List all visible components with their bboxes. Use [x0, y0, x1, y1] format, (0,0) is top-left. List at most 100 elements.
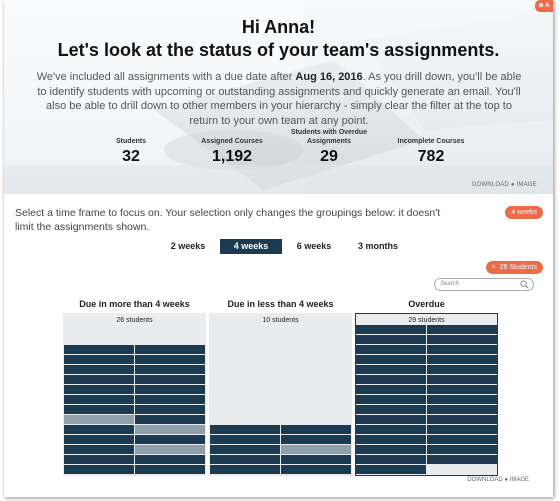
student-cell[interactable]: [64, 365, 134, 374]
student-cell[interactable]: [64, 345, 134, 354]
student-cell[interactable]: [281, 455, 351, 464]
stat-students: Students 32: [96, 128, 166, 166]
group-due-less-than-4-weeks[interactable]: Due in less than 4 weeks 10 students: [209, 298, 352, 476]
student-cell[interactable]: [281, 445, 351, 454]
selected-timeframe-pill[interactable]: 4 weeks: [505, 206, 543, 219]
student-cell[interactable]: [135, 465, 205, 474]
student-cell[interactable]: [135, 435, 205, 444]
student-cell[interactable]: [210, 435, 280, 444]
student-cell[interactable]: [427, 385, 497, 394]
tab-2-weeks[interactable]: 2 weeks: [158, 239, 218, 254]
student-cell[interactable]: [135, 455, 205, 464]
student-cell[interactable]: [135, 415, 205, 424]
student-cell[interactable]: [356, 375, 426, 384]
student-cell[interactable]: [210, 425, 280, 434]
student-grid: [64, 345, 205, 475]
timeframe-prompt: Select a time frame to focus on. Your se…: [15, 207, 441, 233]
student-cell[interactable]: [427, 335, 497, 344]
group-title: Overdue: [408, 299, 445, 309]
image-label: IMAGE: [509, 477, 529, 483]
student-cell[interactable]: [281, 435, 351, 444]
student-filter-pill[interactable]: × 29 Students: [485, 261, 543, 274]
dashboard-frame: ⊗ A Hi Anna! Let's look at the status of…: [4, 0, 553, 497]
student-cell[interactable]: [356, 425, 426, 434]
timeframe-tabs: 2 weeks 4 weeks 6 weeks 3 months: [158, 239, 408, 254]
group-title: Due in less than 4 weeks: [227, 299, 334, 309]
student-cell[interactable]: [64, 445, 134, 454]
download-image-bottom[interactable]: DOWNLOAD ● IMAGE: [467, 477, 529, 483]
student-cell[interactable]: [64, 395, 134, 404]
student-cell[interactable]: [64, 415, 134, 424]
download-image-top[interactable]: DOWNLOAD ● IMAGE: [472, 182, 537, 188]
student-cell[interactable]: [64, 465, 134, 474]
student-cell[interactable]: [135, 355, 205, 364]
image-label: IMAGE: [516, 182, 537, 188]
student-cell[interactable]: [356, 335, 426, 344]
student-cell[interactable]: [427, 345, 497, 354]
student-cell[interactable]: [135, 425, 205, 434]
student-cell[interactable]: [427, 355, 497, 364]
student-cell[interactable]: [64, 355, 134, 364]
group-count: 29 students: [408, 317, 445, 324]
student-cell[interactable]: [427, 405, 497, 414]
group-due-more-than-4-weeks[interactable]: Due in more than 4 weeks 26 students: [63, 298, 206, 476]
close-icon[interactable]: ×: [492, 264, 496, 271]
student-cell[interactable]: [427, 445, 497, 454]
student-cell[interactable]: [427, 425, 497, 434]
download-label: DOWNLOAD: [467, 477, 503, 483]
student-cell[interactable]: [210, 465, 280, 474]
student-cell[interactable]: [64, 375, 134, 384]
student-cell[interactable]: [427, 365, 497, 374]
tab-3-months[interactable]: 3 months: [348, 239, 408, 254]
stat-value: 32: [122, 148, 140, 165]
group-overdue[interactable]: Overdue 29 students: [355, 298, 498, 476]
notification-badge[interactable]: ⊗ A: [535, 0, 553, 12]
student-cell[interactable]: [135, 445, 205, 454]
stat-label: Students with Overdue Assignments: [290, 129, 368, 145]
student-cell[interactable]: [64, 455, 134, 464]
stat-label: Students: [116, 138, 146, 145]
student-cell[interactable]: [64, 385, 134, 394]
student-cell[interactable]: [210, 455, 280, 464]
student-cell[interactable]: [64, 435, 134, 444]
student-cell[interactable]: [135, 365, 205, 374]
student-cell[interactable]: [356, 345, 426, 354]
group-box: 10 students: [209, 313, 352, 476]
student-cell[interactable]: [64, 405, 134, 414]
student-cell[interactable]: [427, 455, 497, 464]
hero-content: ⊗ A Hi Anna! Let's look at the status of…: [4, 0, 553, 194]
student-cell[interactable]: [356, 435, 426, 444]
stat-incomplete-courses: Incomplete Courses 782: [391, 128, 471, 166]
header-panel: ⊗ A Hi Anna! Let's look at the status of…: [4, 0, 553, 194]
tab-6-weeks[interactable]: 6 weeks: [284, 239, 344, 254]
student-cell[interactable]: [356, 385, 426, 394]
student-cell[interactable]: [356, 325, 426, 334]
student-cell[interactable]: [356, 445, 426, 454]
student-cell[interactable]: [427, 395, 497, 404]
student-cell[interactable]: [356, 405, 426, 414]
search-input[interactable]: Search: [434, 278, 534, 291]
student-cell[interactable]: [356, 465, 426, 474]
tab-4-weeks[interactable]: 4 weeks: [220, 239, 282, 254]
student-cell[interactable]: [427, 415, 497, 424]
student-cell[interactable]: [64, 425, 134, 434]
student-cell[interactable]: [281, 465, 351, 474]
student-cell[interactable]: [427, 375, 497, 384]
student-cell[interactable]: [135, 385, 205, 394]
camera-icon: ●: [510, 182, 515, 188]
student-cell[interactable]: [210, 445, 280, 454]
stat-overdue-students: Students with Overdue Assignments 29: [289, 128, 369, 166]
student-cell[interactable]: [427, 325, 497, 334]
student-cell[interactable]: [281, 425, 351, 434]
student-cell[interactable]: [135, 405, 205, 414]
student-cell[interactable]: [135, 345, 205, 354]
student-cell[interactable]: [356, 365, 426, 374]
group-box: 26 students: [63, 313, 206, 476]
student-cell[interactable]: [356, 395, 426, 404]
student-cell[interactable]: [135, 395, 205, 404]
student-cell[interactable]: [356, 355, 426, 364]
student-cell[interactable]: [356, 455, 426, 464]
student-cell[interactable]: [135, 375, 205, 384]
student-cell[interactable]: [427, 435, 497, 444]
student-cell[interactable]: [356, 415, 426, 424]
